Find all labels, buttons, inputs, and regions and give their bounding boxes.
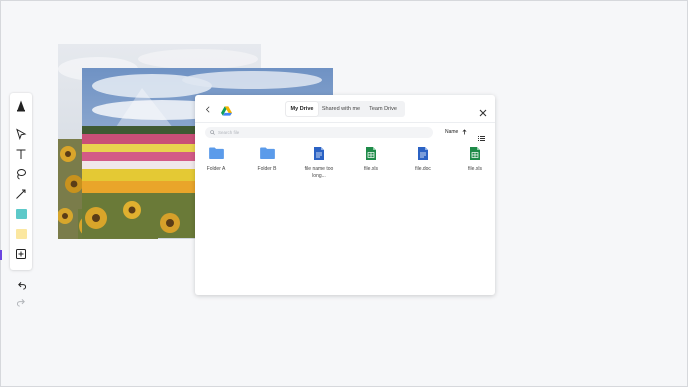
back-arrow-icon[interactable]: [203, 103, 213, 115]
file-item-xls-2[interactable]: file.xls: [455, 147, 495, 173]
close-icon[interactable]: [479, 104, 487, 117]
select-arrow-icon[interactable]: [10, 125, 32, 143]
tab-shared-with-me[interactable]: Shared with me: [318, 102, 364, 116]
add-frame-icon[interactable]: [10, 245, 32, 263]
tab-team-drive[interactable]: Team Drive: [364, 102, 402, 116]
file-grid: Folder A Folder B file name too long... …: [195, 147, 495, 187]
drive-tabs: My Drive Shared with me Team Drive: [285, 101, 405, 117]
logo-icon[interactable]: [10, 96, 32, 116]
file-name: Folder A: [206, 166, 226, 172]
doc-file-icon: [314, 147, 324, 165]
undo-icon[interactable]: [13, 278, 29, 292]
file-item-doc[interactable]: file.doc: [403, 147, 443, 173]
sticky-note-yellow[interactable]: [10, 225, 32, 243]
sort-control[interactable]: Name: [445, 129, 467, 135]
text-tool-icon[interactable]: [10, 145, 32, 163]
google-drive-icon: [221, 103, 232, 116]
file-name: file name too long...: [304, 166, 334, 179]
sticky-note-teal[interactable]: [10, 205, 32, 223]
list-view-icon[interactable]: [478, 129, 485, 141]
file-name: Folder B: [257, 166, 277, 172]
folder-icon: [208, 147, 224, 165]
file-item-xls-1[interactable]: file.xls: [351, 147, 391, 173]
file-name: file.xls: [364, 166, 378, 172]
left-toolbar: [10, 93, 32, 270]
active-tool-indicator: [0, 250, 2, 260]
search-icon: [210, 130, 215, 135]
search-input[interactable]: [218, 130, 418, 135]
sheet-file-icon: [470, 147, 480, 165]
folder-icon: [259, 147, 275, 165]
file-name: file.xls: [468, 166, 482, 172]
drive-picker-dialog: My Drive Shared with me Team Drive Name …: [195, 95, 495, 295]
line-tool-icon[interactable]: [10, 185, 32, 203]
sort-ascending-icon: [462, 129, 467, 135]
file-item-folder-a[interactable]: Folder A: [196, 147, 236, 173]
file-item-folder-b[interactable]: Folder B: [247, 147, 287, 173]
doc-file-icon: [418, 147, 428, 165]
redo-icon[interactable]: [13, 295, 29, 309]
file-item-long-name[interactable]: file name too long...: [299, 147, 339, 180]
header-divider: [195, 122, 495, 123]
file-name: file.doc: [415, 166, 431, 172]
search-bar: [205, 127, 433, 138]
tab-my-drive[interactable]: My Drive: [286, 102, 318, 116]
sheet-file-icon: [366, 147, 376, 165]
lasso-tool-icon[interactable]: [10, 165, 32, 183]
sort-label: Name: [445, 129, 459, 135]
